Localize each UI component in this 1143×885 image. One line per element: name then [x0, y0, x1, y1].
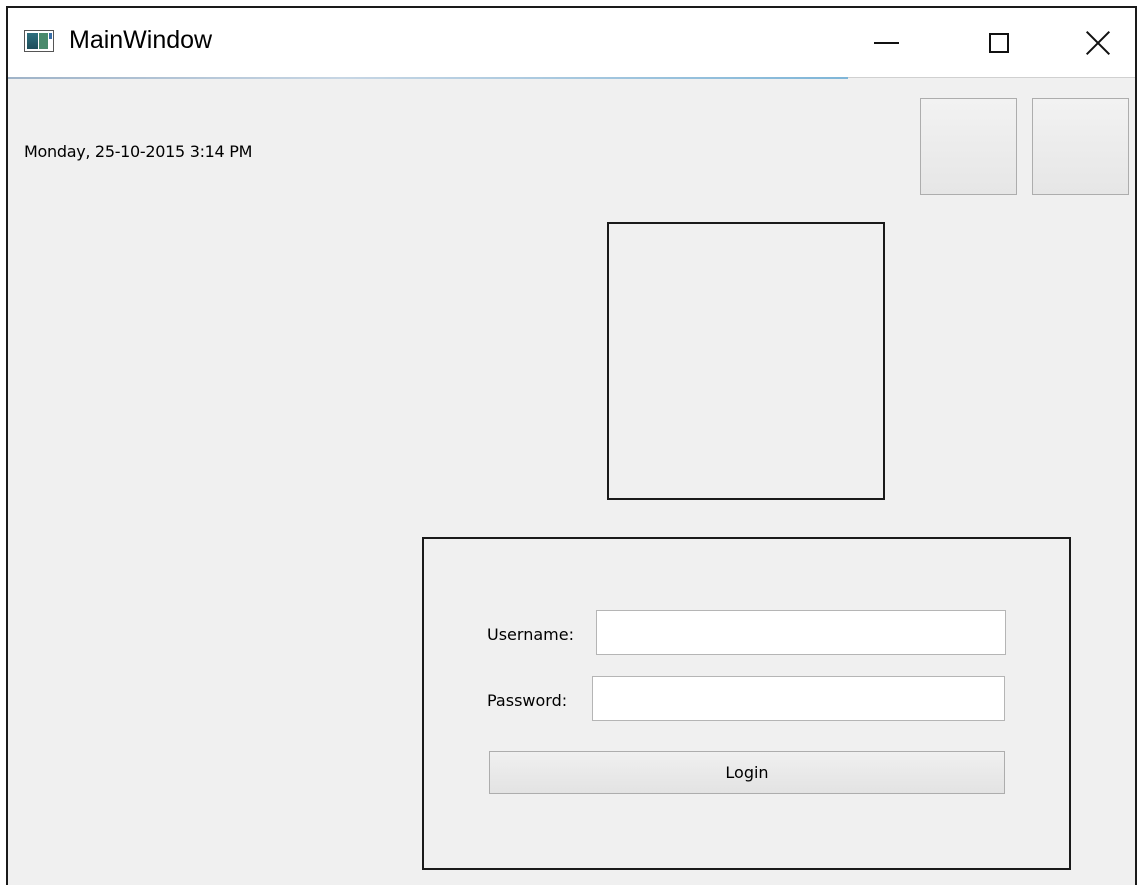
close-button[interactable] [1053, 8, 1143, 77]
username-input[interactable] [596, 610, 1006, 655]
close-icon [1086, 31, 1110, 55]
login-form-frame: Username: Password: Login [422, 537, 1071, 870]
window-title: MainWindow [69, 26, 213, 54]
maximize-button[interactable] [954, 8, 1044, 77]
username-label: Username: [487, 625, 574, 644]
login-button[interactable]: Login [489, 751, 1005, 794]
logo-image-frame [607, 222, 885, 500]
minimize-button[interactable] [841, 8, 931, 77]
title-bar-accent [8, 77, 848, 79]
app-window-icon [24, 30, 54, 52]
toolbar-button-2[interactable] [1032, 98, 1129, 195]
maximize-icon [989, 32, 1009, 53]
password-label: Password: [487, 691, 568, 710]
title-bar[interactable]: MainWindow [8, 8, 1135, 77]
title-bar-divider [848, 77, 1135, 78]
password-input[interactable] [592, 676, 1005, 721]
main-window: MainWindow Monday, 25-10-2015 3:14 PM Us… [6, 6, 1137, 885]
datetime-label: Monday, 25-10-2015 3:14 PM [24, 142, 253, 161]
toolbar-button-1[interactable] [920, 98, 1017, 195]
minimize-icon [873, 41, 899, 44]
